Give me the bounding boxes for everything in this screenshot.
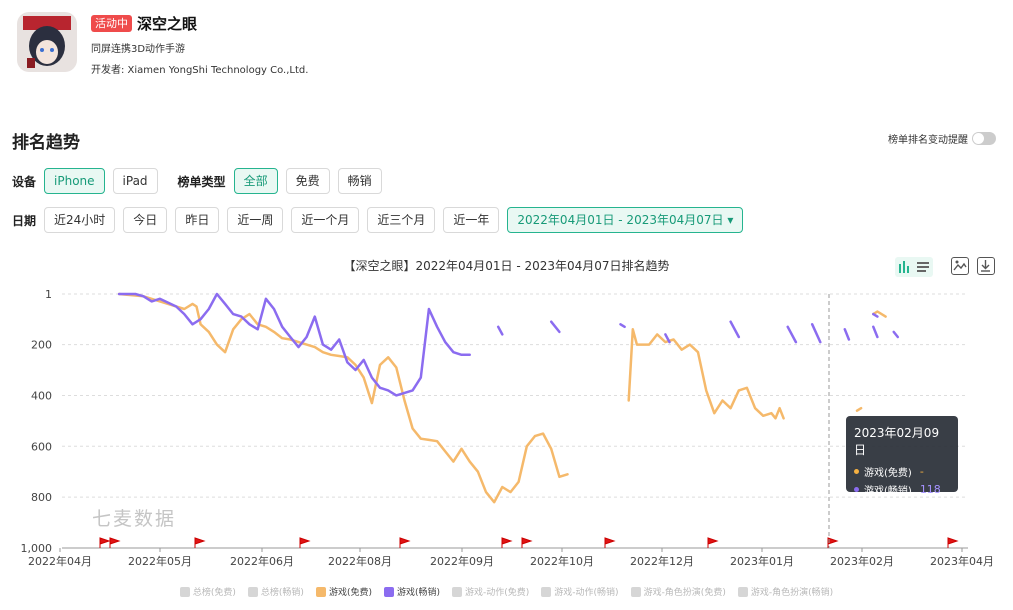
legend-label: 游戏-动作(畅销) (554, 588, 619, 598)
legend-swatch (247, 586, 258, 597)
chart-tooltip: 2023年02月09日 游戏(免费) - 游戏(畅销) 118 (846, 416, 958, 497)
legend-label: 游戏(畅销) (396, 588, 440, 598)
series-line-grossing (496, 325, 504, 336)
x-tick-label: 2022年09月 (430, 554, 494, 568)
event-flag-icon (947, 537, 959, 548)
legend-swatch (737, 586, 748, 597)
series-line-grossing (549, 320, 561, 334)
series-line-grossing (872, 325, 879, 339)
tooltip-date: 2023年02月09日 (854, 426, 940, 457)
series-line-grossing (872, 312, 879, 318)
legend-label: 游戏(免费) (328, 588, 372, 598)
watermark: 七麦数据 (92, 508, 177, 530)
series-line-free (855, 406, 863, 412)
y-tick-label: 1,000 (21, 542, 53, 555)
x-tick-label: 2022年05月 (128, 554, 192, 568)
legend-label: 游戏-角色扮演(免费) (643, 588, 726, 598)
legend-item[interactable]: 游戏-角色扮演(免费) (630, 585, 726, 598)
tooltip-value: - (919, 465, 924, 478)
legend-swatch (630, 586, 641, 597)
legend-item[interactable]: 游戏-动作(免费) (452, 585, 529, 598)
tooltip-label: 游戏(免费) (864, 468, 912, 479)
legend-label: 总榜(畅销) (260, 588, 304, 598)
x-tick-label: 2022年10月 (530, 554, 594, 568)
event-flag-icon (604, 537, 616, 548)
event-flag-icon (99, 537, 111, 548)
y-tick-label: 1 (45, 288, 52, 301)
series-line-grossing (619, 323, 626, 329)
legend-item[interactable]: 游戏-角色扮演(畅销) (737, 585, 834, 598)
legend-swatch (541, 586, 552, 597)
tooltip-dot-free (854, 469, 859, 474)
event-flag-icon (707, 537, 719, 548)
legend-item[interactable]: 游戏(免费) (315, 585, 372, 598)
legend-item[interactable]: 游戏(畅销) (383, 585, 440, 598)
x-tick-label: 2022年04月 (28, 554, 92, 568)
event-flag-icon (299, 537, 311, 548)
series-line-free (627, 328, 785, 420)
chart-legend: 总榜(免费) 总榜(畅销) 游戏(免费) 游戏(畅销) 游戏-动作(免费) 游戏-动作(畅… (0, 585, 1013, 598)
legend-label: 游戏-动作(免费) (465, 588, 530, 598)
legend-swatch (179, 586, 190, 597)
event-flag-icon (501, 537, 513, 548)
series-line-grossing (843, 328, 851, 341)
tooltip-row: 游戏(畅销) 118 (854, 482, 950, 497)
x-tick-label: 2023年02月 (830, 554, 894, 568)
x-tick-label: 2023年04月 (930, 554, 994, 568)
x-tick-label: 2022年06月 (230, 554, 294, 568)
legend-item[interactable]: 总榜(免费) (179, 585, 236, 598)
legend-swatch (452, 586, 462, 597)
tooltip-row: 游戏(免费) - (854, 464, 950, 479)
series-line-grossing (810, 323, 822, 344)
x-tick-label: 2022年12月 (630, 554, 694, 568)
event-flag-icon (194, 537, 206, 548)
legend-label: 总榜(免费) (192, 588, 236, 598)
series-line-free (117, 292, 569, 504)
x-tick-label: 2022年08月 (328, 554, 392, 568)
tooltip-dot-grossing (854, 487, 859, 492)
legend-swatch (315, 586, 326, 597)
legend-item[interactable]: 总榜(畅销) (247, 585, 304, 598)
tooltip-label: 游戏(畅销) (864, 486, 912, 497)
event-flag-icon (521, 537, 533, 548)
event-flag-icon (399, 537, 411, 548)
legend-swatch (383, 586, 394, 597)
legend-label: 游戏-角色扮演(畅销) (750, 588, 834, 598)
series-line-grossing (786, 325, 798, 344)
legend-item[interactable]: 游戏-动作(畅销) (541, 585, 619, 598)
series-line-grossing (729, 320, 741, 339)
series-line-grossing (892, 330, 900, 339)
y-tick-label: 600 (31, 440, 52, 453)
y-tick-label: 200 (31, 339, 52, 352)
y-tick-label: 800 (31, 491, 52, 504)
tooltip-value: 118 (919, 483, 941, 496)
x-tick-label: 2023年01月 (730, 554, 794, 568)
y-tick-label: 400 (31, 389, 52, 402)
event-flag-icon (109, 537, 121, 548)
